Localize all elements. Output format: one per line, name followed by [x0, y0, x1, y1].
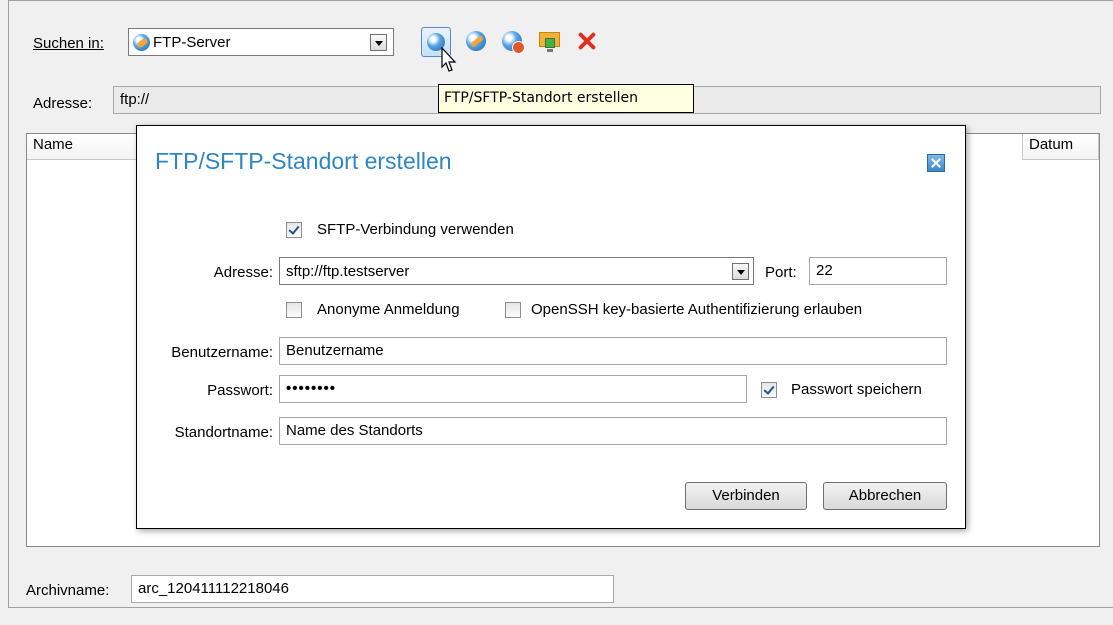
dialog-title: FTP/SFTP-Standort erstellen	[155, 148, 452, 174]
openssh-checkbox[interactable]	[505, 302, 521, 318]
add-location-icon[interactable]	[538, 30, 562, 54]
archive-name-label: Archivname:	[26, 582, 110, 599]
archive-name-field[interactable]: arc_120411112218046	[131, 575, 614, 603]
save-password-label: Passwort speichern	[791, 381, 922, 398]
tooltip: FTP/SFTP-Standort erstellen	[438, 84, 694, 113]
frame-left-line	[8, 0, 9, 608]
column-header-name[interactable]: Name	[27, 134, 137, 160]
close-icon[interactable]	[927, 154, 945, 172]
dialog-address-dropdown-button[interactable]	[732, 263, 749, 280]
anonymous-checkbox-label: Anonyme Anmeldung	[317, 301, 460, 318]
username-label: Benutzername:	[171, 344, 273, 361]
disconnect-icon[interactable]	[501, 30, 525, 54]
search-in-label: Suchen in:	[33, 35, 104, 52]
connect-button[interactable]: Verbinden	[685, 482, 807, 510]
port-label: Port:	[765, 264, 797, 281]
location-value: FTP-Server	[153, 34, 231, 51]
dialog-address-value: sftp://ftp.testserver	[286, 263, 410, 280]
anonymous-checkbox[interactable]	[286, 302, 302, 318]
dialog-address-label: Adresse:	[213, 264, 273, 281]
mouse-cursor-icon	[441, 47, 457, 72]
save-password-checkbox[interactable]	[761, 382, 777, 398]
delete-icon[interactable]	[575, 30, 599, 54]
dialog-address-combobox[interactable]: sftp://ftp.testserver	[279, 257, 754, 285]
column-header-datum[interactable]: Datum	[1022, 134, 1099, 160]
location-dropdown-button[interactable]	[370, 34, 387, 51]
password-label: Passwort:	[207, 382, 273, 399]
openssh-checkbox-label: OpenSSH key-basierte Authentifizierung e…	[531, 301, 863, 318]
ftp-location-dialog: FTP/SFTP-Standort erstellen SFTP-Verbind…	[136, 125, 966, 529]
password-field[interactable]: ••••••••	[279, 375, 747, 403]
sftp-checkbox[interactable]	[286, 222, 302, 238]
location-combobox[interactable]: FTP-Server	[128, 28, 394, 56]
address-label: Adresse:	[33, 95, 93, 112]
cancel-button[interactable]: Abbrechen	[823, 482, 947, 510]
port-field[interactable]: 22	[809, 257, 947, 285]
location-name-field[interactable]: Name des Standorts	[279, 417, 947, 445]
connect-icon[interactable]	[465, 30, 489, 54]
username-field[interactable]: Benutzername	[279, 337, 947, 365]
location-name-label: Standortname:	[174, 424, 273, 441]
sftp-checkbox-label: SFTP-Verbindung verwenden	[317, 221, 514, 238]
frame-top-line	[8, 0, 1113, 1]
frame-bottom-line	[8, 607, 1113, 608]
